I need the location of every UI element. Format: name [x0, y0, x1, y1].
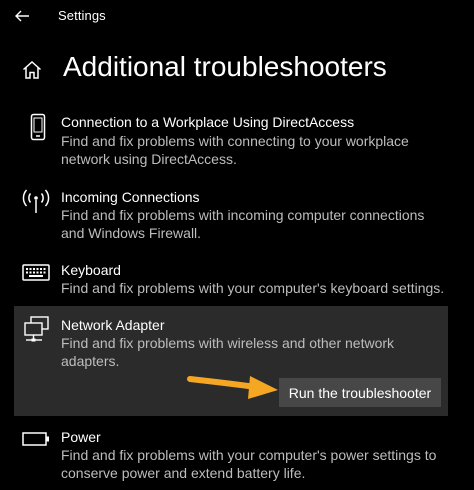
run-troubleshooter-button[interactable]: Run the troubleshooter — [279, 378, 441, 407]
settings-window: Settings Additional troubleshooters Conn… — [0, 0, 474, 490]
home-icon — [23, 60, 41, 79]
home-button[interactable] — [20, 59, 44, 81]
troubleshooter-power[interactable]: Power Find and fix problems with your co… — [14, 421, 448, 487]
item-description: Find and fix problems with incoming comp… — [61, 207, 425, 241]
item-description: Find and fix problems with wireless and … — [61, 335, 395, 369]
back-arrow-icon — [15, 10, 29, 22]
item-description: Find and fix problems with your computer… — [61, 447, 437, 481]
app-title: Settings — [58, 8, 106, 23]
page-title: Additional troubleshooters — [63, 51, 387, 82]
battery-icon — [20, 423, 52, 455]
wireless-antenna-icon — [20, 185, 52, 217]
item-title: Incoming Connections — [61, 189, 200, 205]
keyboard-icon — [20, 257, 52, 289]
troubleshooter-keyboard[interactable]: Keyboard Find and fix problems with your… — [14, 254, 448, 300]
item-title: Connection to a Workplace Using DirectAc… — [61, 114, 355, 130]
phone-icon — [22, 112, 54, 144]
back-button[interactable] — [10, 5, 34, 27]
network-adapter-icon — [21, 314, 53, 346]
item-title: Keyboard — [61, 262, 121, 278]
annotation-arrow-icon — [186, 372, 281, 402]
item-description: Find and fix problems with your computer… — [61, 280, 445, 296]
item-title: Network Adapter — [61, 317, 165, 333]
item-title: Power — [61, 429, 101, 445]
troubleshooter-incoming-connections[interactable]: Incoming Connections Find and fix proble… — [14, 180, 448, 242]
item-description: Find and fix problems with connecting to… — [61, 133, 409, 167]
title-bar: Settings — [0, 0, 474, 32]
troubleshooter-directaccess[interactable]: Connection to a Workplace Using DirectAc… — [14, 106, 448, 168]
